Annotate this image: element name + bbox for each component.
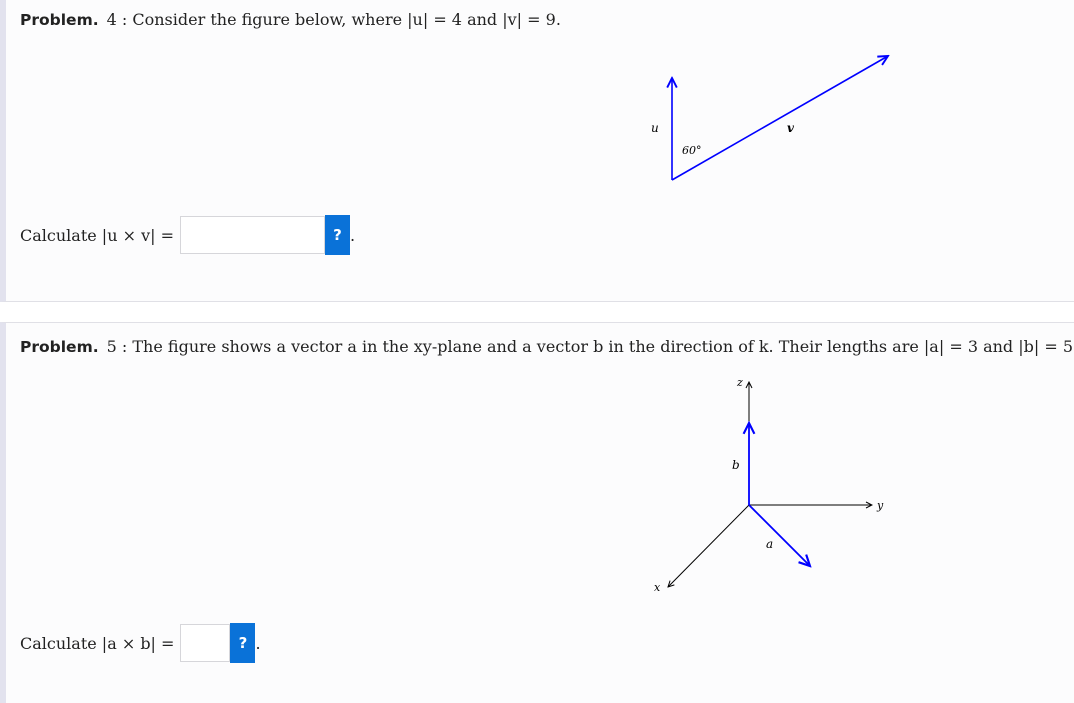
- angle-label: 60°: [682, 144, 702, 157]
- u-label: u: [651, 121, 659, 135]
- b-label: b: [732, 458, 740, 472]
- x-label: x: [654, 581, 661, 594]
- z-label: z: [736, 376, 743, 389]
- figures: u v 60° z y x b a: [651, 0, 1074, 594]
- x-axis: [668, 504, 750, 587]
- vector-v: [671, 56, 888, 181]
- vector-a: [748, 504, 810, 566]
- vector-figure-2: z y x b a: [654, 376, 884, 594]
- vector-figure-1: u v 60°: [651, 56, 888, 181]
- a-label: a: [766, 537, 773, 551]
- y-label: y: [876, 499, 884, 512]
- v-label: v: [787, 121, 795, 135]
